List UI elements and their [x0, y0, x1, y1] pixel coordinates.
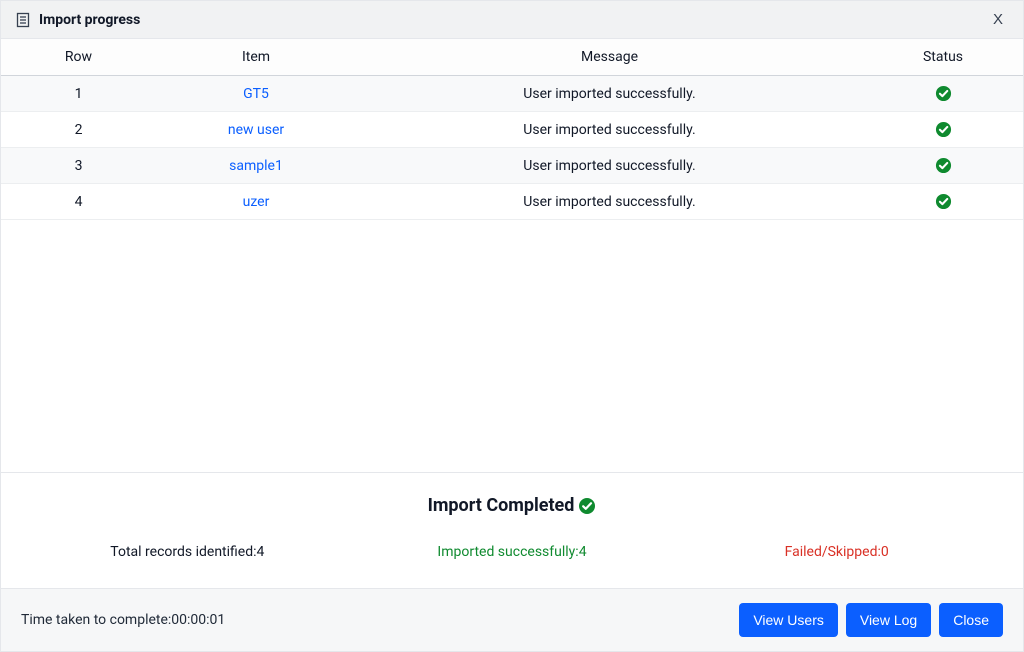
row-message: User imported successfully.: [356, 112, 863, 148]
titlebar: Import progress X: [1, 1, 1023, 39]
item-link[interactable]: GT5: [243, 86, 269, 102]
col-status: Status: [863, 39, 1023, 76]
page-title: Import progress: [39, 12, 140, 28]
summary: Import Completed Total records identifie…: [1, 472, 1023, 588]
row-status: [863, 76, 1023, 112]
stat-total: Total records identified:4: [25, 544, 350, 560]
view-log-button[interactable]: View Log: [846, 603, 931, 637]
row-number: 2: [1, 112, 156, 148]
footer: Time taken to complete:00:00:01 View Use…: [1, 588, 1023, 651]
document-icon: [15, 12, 31, 28]
table-header: Row Item Message Status: [1, 39, 1023, 76]
summary-title-text: Import Completed: [428, 495, 575, 516]
row-status: [863, 148, 1023, 184]
col-message: Message: [356, 39, 863, 76]
item-link[interactable]: new user: [228, 122, 284, 138]
row-status: [863, 184, 1023, 220]
row-status: [863, 112, 1023, 148]
stat-failed: Failed/Skipped:0: [674, 544, 999, 560]
close-button[interactable]: Close: [939, 603, 1003, 637]
close-icon[interactable]: X: [987, 9, 1009, 30]
table-row: 2 new user User imported successfully.: [1, 112, 1023, 148]
row-number: 4: [1, 184, 156, 220]
row-number: 1: [1, 76, 156, 112]
item-link[interactable]: uzer: [243, 194, 270, 210]
row-message: User imported successfully.: [356, 76, 863, 112]
check-circle-icon: [935, 193, 952, 210]
item-link[interactable]: sample1: [229, 158, 283, 174]
table-row: 3 sample1 User imported successfully.: [1, 148, 1023, 184]
blank-area: [1, 220, 1023, 472]
check-circle-icon: [935, 121, 952, 138]
check-circle-icon: [935, 157, 952, 174]
check-circle-icon: [935, 85, 952, 102]
view-users-button[interactable]: View Users: [739, 603, 838, 637]
row-number: 3: [1, 148, 156, 184]
col-row: Row: [1, 39, 156, 76]
time-taken: Time taken to complete:00:00:01: [21, 612, 225, 628]
row-message: User imported successfully.: [356, 184, 863, 220]
table-row: 4 uzer User imported successfully.: [1, 184, 1023, 220]
import-table: Row Item Message Status 1 GT5 User importe…: [1, 39, 1023, 220]
summary-title: Import Completed: [25, 495, 999, 516]
table-row: 1 GT5 User imported successfully.: [1, 76, 1023, 112]
stat-imported: Imported successfully:4: [350, 544, 675, 560]
row-message: User imported successfully.: [356, 148, 863, 184]
col-item: Item: [156, 39, 356, 76]
check-circle-icon: [578, 497, 596, 515]
